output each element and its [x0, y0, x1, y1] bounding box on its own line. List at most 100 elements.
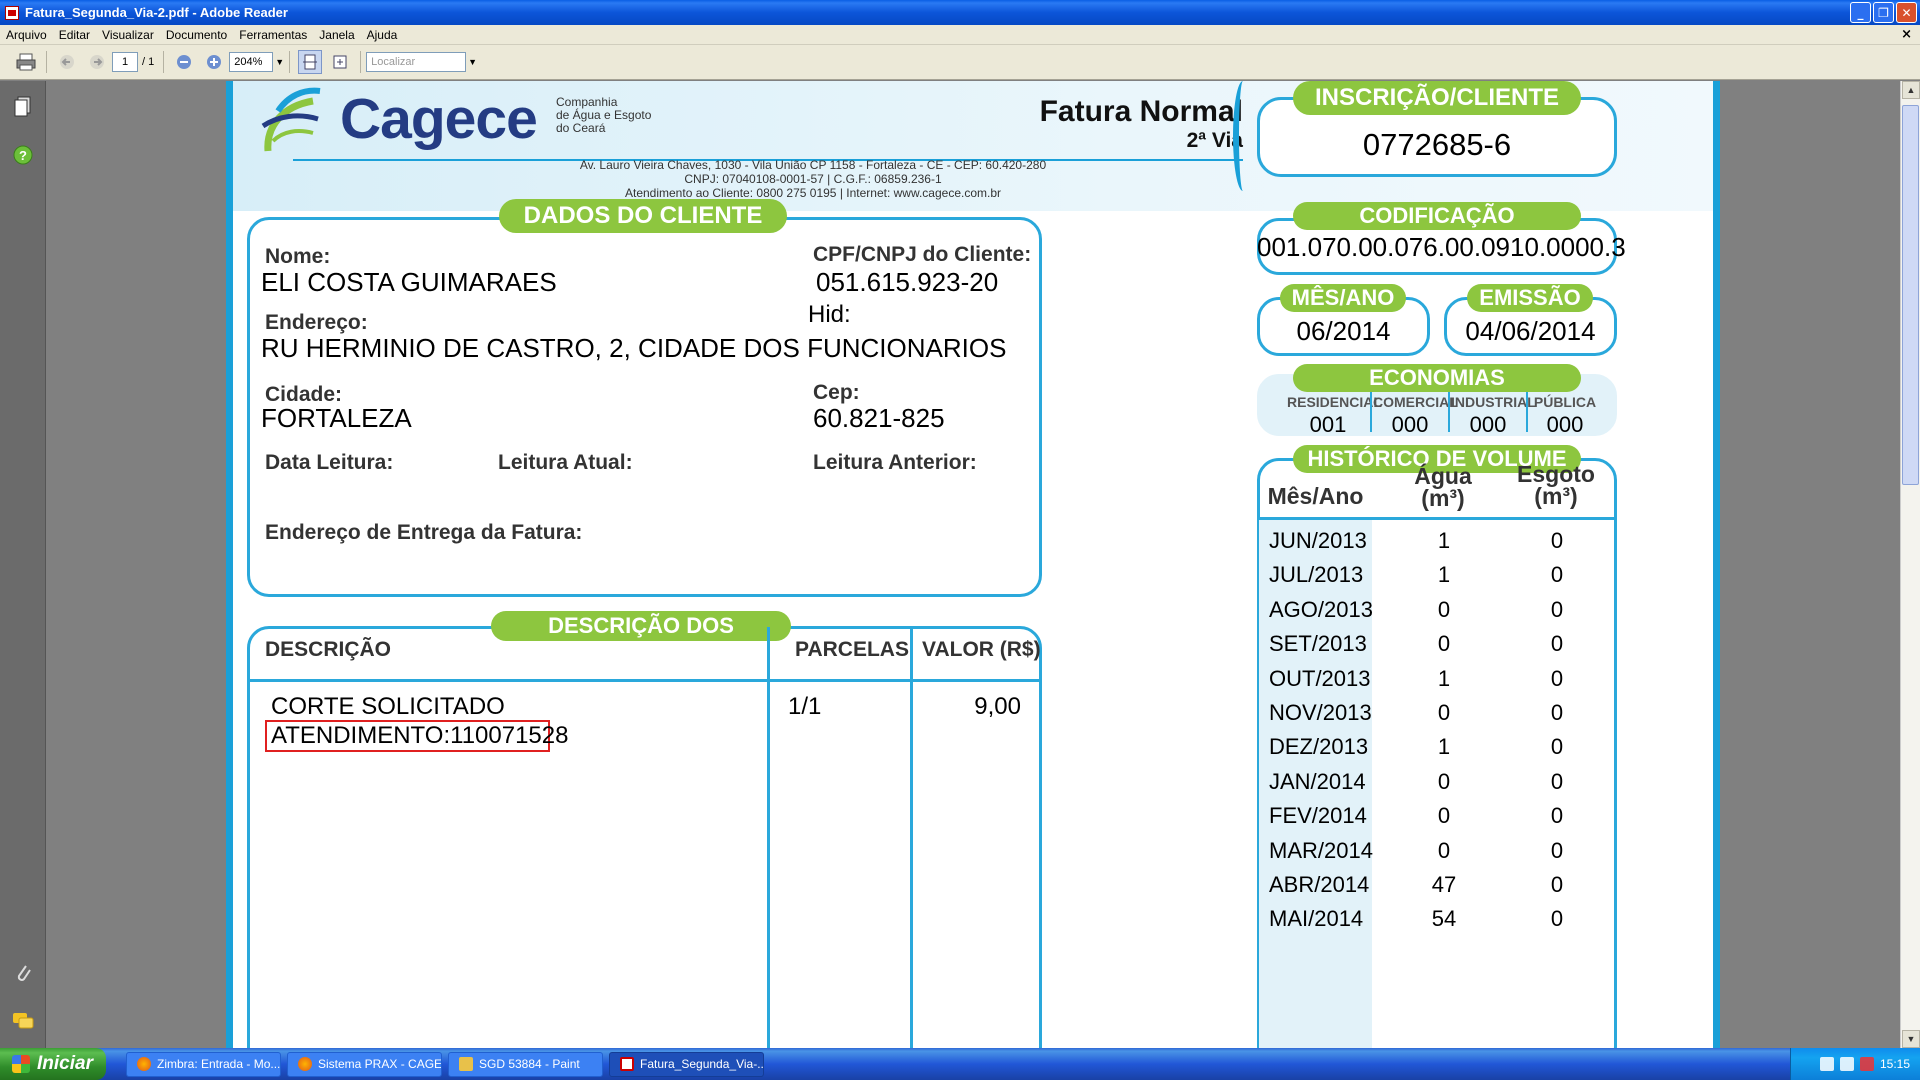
clock: 15:15 — [1879, 1057, 1910, 1071]
close-document-icon[interactable]: × — [1901, 27, 1912, 42]
scroll-thumb[interactable] — [1902, 105, 1919, 485]
restore-button[interactable]: ❐ — [1873, 2, 1894, 23]
historico-mes: NOV/2013 — [1269, 700, 1372, 725]
vertical-scrollbar[interactable]: ▲ ▼ — [1900, 81, 1920, 1048]
pages-icon[interactable] — [11, 95, 35, 119]
historico-col-esgoto: Esgoto (m³) — [1517, 461, 1595, 509]
taskbar-item-paint[interactable]: SGD 53884 - Paint — [448, 1051, 603, 1077]
historico-mes: JUN/2013 — [1269, 528, 1367, 553]
menu-editar[interactable]: Editar — [53, 28, 96, 42]
menu-arquivo[interactable]: Arquivo — [0, 28, 53, 42]
page-number-input[interactable]: 1 — [112, 52, 138, 72]
zoom-in-icon[interactable] — [202, 50, 226, 74]
find-input[interactable]: Localizar — [366, 52, 467, 72]
cagece-logo-icon — [261, 87, 321, 152]
historico-row: JUN/2013 1 0 — [1259, 524, 1615, 558]
zoom-dropdown-icon[interactable]: ▼ — [275, 57, 284, 67]
menu-visualizar[interactable]: Visualizar — [96, 28, 160, 42]
mes-ano-value: 06/2014 — [1296, 316, 1391, 346]
window-title: Fatura_Segunda_Via-2.pdf - Adobe Reader — [25, 5, 288, 20]
historico-row: OUT/2013 1 0 — [1259, 662, 1615, 696]
historico-agua: 54 — [1431, 906, 1457, 932]
zoom-out-icon[interactable] — [172, 50, 196, 74]
comments-icon[interactable] — [11, 1009, 35, 1033]
taskbar-item-reader[interactable]: Fatura_Segunda_Via-... — [609, 1051, 764, 1077]
menu-janela[interactable]: Janela — [313, 28, 360, 42]
paint-icon — [459, 1057, 473, 1071]
security-tray-icon[interactable] — [1859, 1057, 1874, 1071]
historico-agua: 0 — [1437, 596, 1451, 622]
fit-width-icon[interactable] — [298, 50, 323, 74]
historico-mes: ABR/2014 — [1269, 872, 1370, 897]
previous-page-icon[interactable] — [55, 50, 79, 74]
scroll-up-icon[interactable]: ▲ — [1902, 81, 1920, 99]
historico-esgoto: 0 — [1550, 872, 1564, 897]
leitura-anterior-label: Leitura Anterior: — [813, 451, 977, 474]
historico-row: MAI/2014 54 0 — [1259, 902, 1615, 936]
page-total: / 1 — [142, 56, 155, 68]
adobe-reader-icon — [5, 5, 19, 20]
historico-mes: FEV/2014 — [1269, 803, 1367, 829]
svg-text:?: ? — [19, 148, 27, 163]
historico-esgoto: 0 — [1550, 734, 1564, 760]
economia-divider — [1370, 392, 1372, 432]
next-page-icon[interactable] — [85, 50, 109, 74]
start-button[interactable]: Iniciar — [0, 1048, 106, 1080]
historico-esgoto: 0 — [1550, 562, 1564, 588]
historico-row: JUL/2013 1 0 — [1259, 558, 1615, 592]
taskbar-item-prax[interactable]: Sistema PRAX - CAGE... — [287, 1051, 442, 1077]
find-dropdown-icon[interactable]: ▼ — [468, 57, 477, 67]
print-icon[interactable] — [14, 50, 38, 74]
menu-ferramentas[interactable]: Ferramentas — [233, 28, 313, 42]
economia-comercial: COMERCIAL 000 — [1373, 394, 1458, 437]
col-valor: VALOR (R$) — [922, 638, 1041, 661]
emissao-label: EMISSÃO — [1467, 284, 1593, 312]
historico-esgoto: 0 — [1550, 596, 1564, 622]
help-tray-icon[interactable] — [1819, 1057, 1834, 1071]
navigation-pane: ? — [0, 81, 46, 1048]
historico-esgoto: 0 — [1550, 803, 1564, 829]
economias-label: ECONOMIAS — [1293, 364, 1581, 392]
historico-mes: MAI/2014 — [1269, 906, 1364, 932]
attachment-icon[interactable] — [11, 961, 35, 985]
economia-publica: PÚBLICA 000 — [1533, 394, 1597, 437]
menu-documento[interactable]: Documento — [160, 28, 233, 42]
historico-row: DEZ/2013 1 0 — [1259, 730, 1615, 764]
endereco-value: RU HERMINIO DE CASTRO, 2, CIDADE DOS FUN… — [261, 333, 1007, 363]
firefox-icon — [298, 1057, 312, 1071]
historico-mes: SET/2013 — [1269, 631, 1367, 657]
atendimento-value: ATENDIMENTO:110071528 — [271, 722, 569, 749]
zoom-input[interactable]: 204% — [229, 52, 274, 72]
menu-ajuda[interactable]: Ajuda — [361, 28, 404, 42]
toolbar: 1 / 1 204% ▼ Localizar ▼ — [0, 45, 1920, 80]
taskbar-item-zimbra[interactable]: Zimbra: Entrada - Mo... — [126, 1051, 281, 1077]
historico-agua: 1 — [1437, 528, 1451, 553]
network-tray-icon[interactable] — [1839, 1057, 1854, 1071]
historico-row: SET/2013 0 0 — [1259, 627, 1615, 661]
fit-page-icon[interactable] — [328, 50, 352, 74]
historico-agua: 47 — [1431, 872, 1457, 897]
invoice-title: Fatura Normal — [1039, 95, 1243, 128]
historico-mes: AGO/2013 — [1269, 596, 1373, 622]
endereco-entrega-label: Endereço de Entrega da Fatura: — [265, 521, 583, 544]
close-button[interactable]: ✕ — [1896, 2, 1917, 23]
historico-agua: 1 — [1437, 665, 1451, 691]
data-leitura-label: Data Leitura: — [265, 451, 394, 474]
historico-mes: JAN/2014 — [1269, 768, 1366, 794]
title-bar: Fatura_Segunda_Via-2.pdf - Adobe Reader … — [0, 0, 1920, 25]
historico-agua: 0 — [1437, 631, 1451, 657]
minimize-button[interactable]: _ — [1850, 2, 1871, 23]
cep-label: Cep: — [813, 381, 860, 404]
historico-mes: DEZ/2013 — [1269, 734, 1369, 760]
historico-row: FEV/2014 0 0 — [1259, 799, 1615, 833]
cidade-value: FORTALEZA — [261, 403, 412, 433]
mes-ano-label: MÊS/ANO — [1280, 284, 1406, 312]
help-icon[interactable]: ? — [11, 143, 35, 167]
historico-col-agua: Água (m³) — [1414, 463, 1472, 511]
pdf-page: Cagece Companhia de Água e Esgoto do Cea… — [226, 81, 1720, 1048]
emissao-value: 04/06/2014 — [1465, 316, 1596, 346]
windows-flag-icon — [12, 1055, 30, 1073]
codificacao-value: 001.070.00.076.00.0910.0000.3 — [1257, 232, 1626, 262]
header-arc — [1233, 81, 1253, 191]
scroll-down-icon[interactable]: ▼ — [1902, 1030, 1920, 1048]
